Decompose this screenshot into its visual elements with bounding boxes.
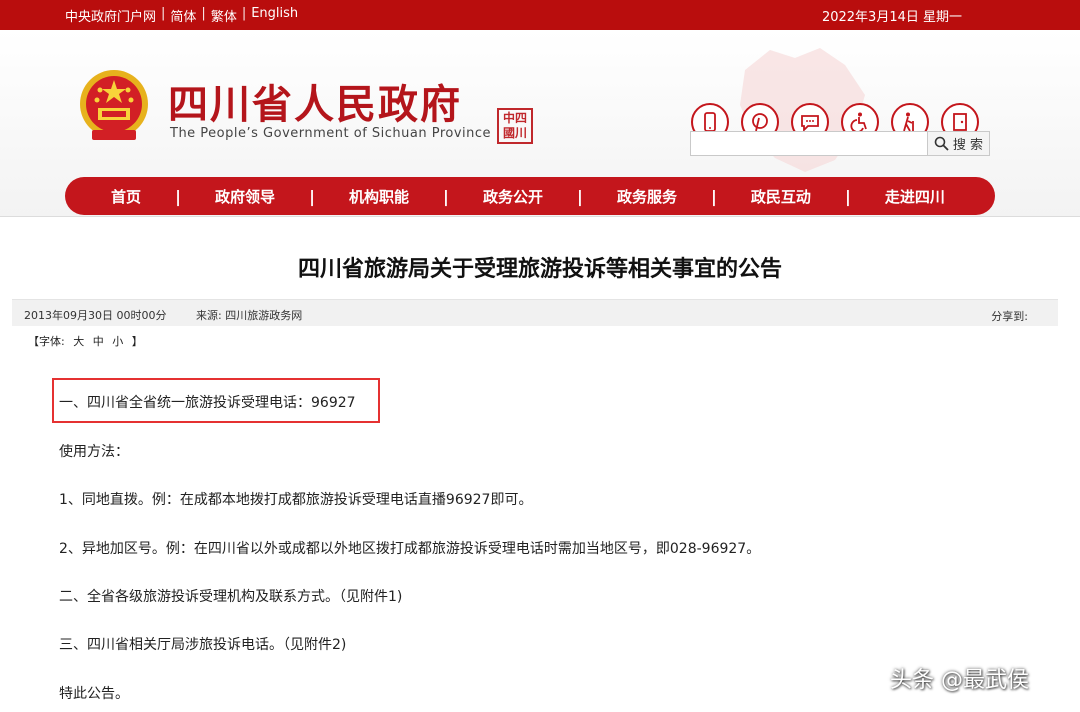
search-bar: 搜 索 xyxy=(690,131,990,156)
site-header: 四川省人民政府 The People’s Government of Sichu… xyxy=(0,30,1080,217)
top-links: 中央政府门户网 | 简体 | 繁体 | English xyxy=(65,6,298,25)
font-size-small[interactable]: 小 xyxy=(112,335,123,348)
nav-item-home[interactable]: 首页 xyxy=(111,186,141,207)
top-separator: | xyxy=(201,6,205,25)
article-date: 2013年09月30日 00时00分 xyxy=(24,307,166,323)
font-size-large[interactable]: 大 xyxy=(73,335,84,348)
search-input[interactable] xyxy=(690,131,928,156)
nav-separator: | xyxy=(577,187,583,206)
watermark: 头条 @最武侯 xyxy=(890,662,1029,694)
font-size-control: 【字体: 大 中 小 】 xyxy=(28,333,143,349)
top-bar: 中央政府门户网 | 简体 | 繁体 | English 2022年3月14日 星… xyxy=(0,0,1080,30)
nav-item-services[interactable]: 政务服务 xyxy=(617,186,677,207)
search-icon xyxy=(934,136,949,151)
article-paragraph: 1、同地直拨。例：在成都本地拨打成都旅游投诉受理电话直播96927即可。 xyxy=(59,489,532,509)
font-size-label: 【字体: xyxy=(28,335,65,348)
main-nav: 首页 | 政府领导 | 机构职能 | 政务公开 | 政务服务 | 政民互动 | … xyxy=(65,177,995,215)
nav-separator: | xyxy=(309,187,315,206)
nav-separator: | xyxy=(443,187,449,206)
nav-item-leaders[interactable]: 政府领导 xyxy=(215,186,275,207)
top-separator: | xyxy=(242,6,246,25)
nav-separator: | xyxy=(175,187,181,206)
link-english[interactable]: English xyxy=(251,6,298,25)
link-traditional[interactable]: 繁体 xyxy=(211,6,237,25)
nav-item-functions[interactable]: 机构职能 xyxy=(349,186,409,207)
nav-separator: | xyxy=(845,187,851,206)
search-button-label: 搜 索 xyxy=(953,134,983,153)
top-date: 2022年3月14日 星期一 xyxy=(822,6,962,25)
national-emblem-icon xyxy=(78,68,150,144)
nav-separator: | xyxy=(711,187,717,206)
seal-stamp: 中四國川 xyxy=(497,108,533,144)
nav-item-public-affairs[interactable]: 政务公开 xyxy=(483,186,543,207)
article-paragraph: 特此公告。 xyxy=(59,683,129,703)
link-central-gov[interactable]: 中央政府门户网 xyxy=(65,6,156,25)
article-paragraph: 三、四川省相关厅局涉旅投诉电话。（见附件2) xyxy=(59,634,346,654)
share-label: 分享到: xyxy=(991,308,1028,324)
article-paragraph: 一、四川省全省统一旅游投诉受理电话：96927 xyxy=(59,392,356,412)
nav-item-about-sichuan[interactable]: 走进四川 xyxy=(885,186,945,207)
font-size-medium[interactable]: 中 xyxy=(93,335,104,348)
site-title: 四川省人民政府 xyxy=(168,72,462,130)
article-meta-bar: 2013年09月30日 00时00分 来源: 四川旅游政务网 分享到: xyxy=(12,299,1058,326)
top-separator: | xyxy=(161,6,165,25)
link-simplified[interactable]: 简体 xyxy=(170,6,196,25)
article-paragraph: 2、异地加区号。例：在四川省以外或成都以外地区拨打成都旅游投诉受理电话时需加当地… xyxy=(59,538,760,558)
site-subtitle: The People’s Government of Sichuan Provi… xyxy=(170,126,491,141)
article-paragraph: 使用方法： xyxy=(59,441,129,461)
article-paragraph: 二、全省各级旅游投诉受理机构及联系方式。（见附件1) xyxy=(59,586,402,606)
font-size-close: 】 xyxy=(132,335,143,348)
article-title: 四川省旅游局关于受理旅游投诉等相关事宜的公告 xyxy=(0,251,1080,283)
article-source: 来源: 四川旅游政务网 xyxy=(196,307,302,323)
nav-item-interaction[interactable]: 政民互动 xyxy=(751,186,811,207)
search-button[interactable]: 搜 索 xyxy=(928,131,990,156)
